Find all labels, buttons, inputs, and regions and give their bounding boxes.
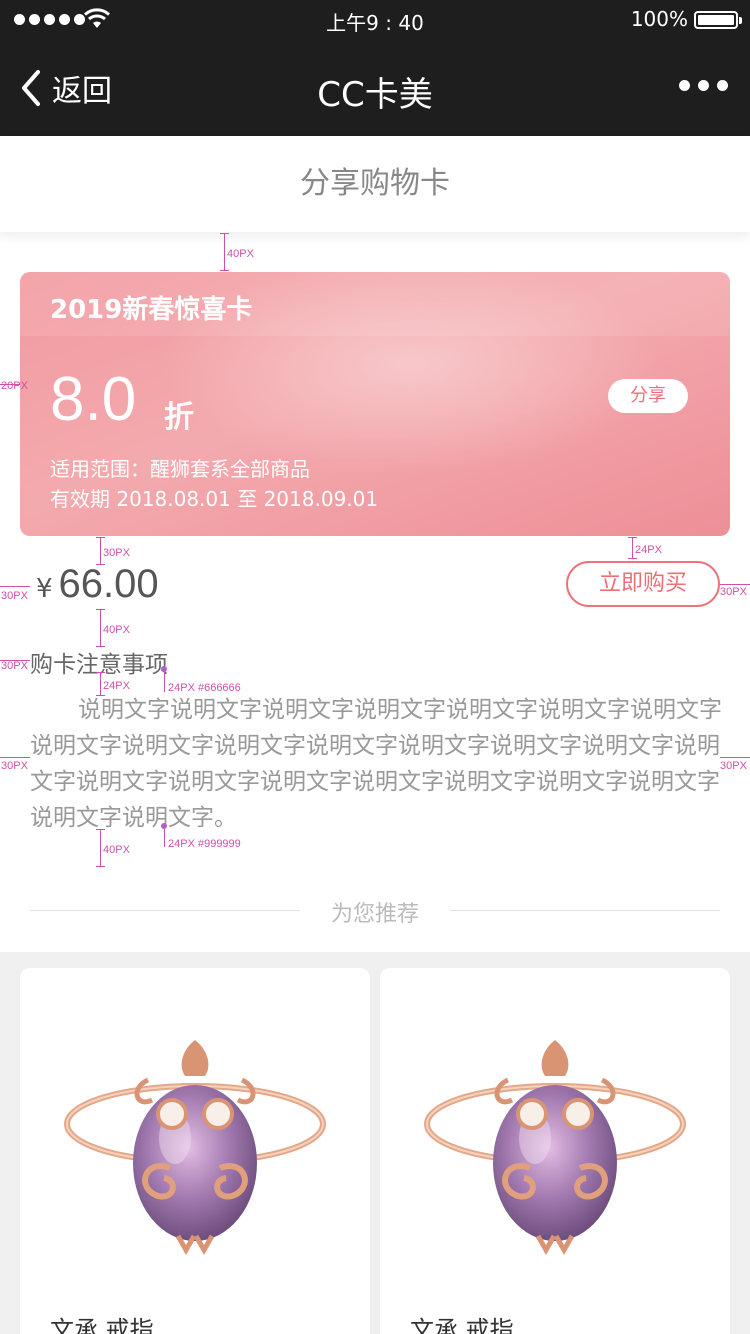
spec-label: 24PX #999999 — [168, 838, 241, 850]
spec-line — [224, 233, 225, 271]
spec-line — [100, 829, 101, 867]
page-title: 分享购物卡 — [0, 136, 750, 232]
top-bar: 上午9 : 40 100% 返回 CC卡美 — [0, 0, 750, 136]
spec-label: 30PX — [720, 760, 747, 772]
card-title: 2019新春惊喜卡 — [50, 295, 253, 325]
spec-label: 30PX — [103, 547, 130, 559]
more-menu-icon[interactable] — [679, 80, 728, 91]
spec-label: 30PX — [1, 590, 28, 602]
status-bar: 上午9 : 40 100% — [0, 0, 750, 40]
price-currency: ¥ — [36, 574, 53, 604]
spec-label: 40PX — [227, 248, 254, 260]
price-amount: 66.00 — [58, 562, 159, 606]
spec-tick — [628, 558, 637, 559]
spec-line — [100, 537, 101, 565]
card-scope: 适用范围：醒狮套系全部商品 — [50, 457, 310, 481]
spec-label: 24PX — [103, 680, 130, 692]
battery-percent: 100% — [630, 7, 688, 31]
product-card[interactable]: 文承 戒指 — [20, 968, 370, 1334]
divider-line — [450, 910, 720, 911]
product-name: 文承 戒指 — [410, 1316, 514, 1334]
spec-line — [164, 672, 165, 692]
spec-line — [720, 757, 750, 758]
notes-body: 说明文字说明文字说明文字说明文字说明文字说明文字说明文字说明文字说明文字说明文字… — [30, 697, 722, 831]
card-discount: 8.0 — [50, 365, 137, 434]
card-price: ¥ 66.00 — [36, 562, 159, 607]
product-card[interactable]: 文承 戒指 — [380, 968, 730, 1334]
spec-tick — [96, 866, 105, 867]
product-name: 文承 戒指 — [50, 1316, 154, 1334]
spec-tick — [220, 270, 229, 271]
spec-line — [632, 537, 633, 559]
notes-title: 购卡注意事项 — [30, 652, 168, 678]
spec-label: 40PX — [103, 844, 130, 856]
spec-line — [0, 757, 30, 758]
spec-label: 24PX — [635, 544, 662, 556]
spec-line — [0, 586, 30, 587]
card-validity: 有效期 2018.08.01 至 2018.09.01 — [50, 487, 379, 511]
spec-label: 20PX — [1, 380, 28, 392]
shopping-card: 2019新春惊喜卡 8.0 折 适用范围：醒狮套系全部商品 有效期 2018.0… — [20, 272, 730, 536]
ring-image — [64, 1040, 326, 1256]
nav-title: CC卡美 — [317, 75, 433, 115]
recommend-label: 为您推荐 — [330, 902, 419, 927]
recommend-divider: 为您推荐 — [30, 896, 720, 927]
spec-label: 40PX — [103, 624, 130, 636]
share-button[interactable]: 分享 — [608, 379, 688, 413]
spec-line — [164, 829, 165, 847]
spec-label: 30PX — [720, 586, 747, 598]
spec-label: 30PX — [1, 660, 28, 672]
spec-line — [720, 584, 750, 585]
battery-icon — [694, 11, 742, 29]
recommend-products: 文承 戒指 文承 戒指 — [0, 952, 750, 1334]
buy-now-button[interactable]: 立即购买 — [566, 561, 720, 607]
ring-image — [424, 1040, 686, 1256]
spec-line — [100, 609, 101, 647]
card-discount-unit: 折 — [164, 400, 194, 435]
spec-label: 30PX — [1, 760, 28, 772]
